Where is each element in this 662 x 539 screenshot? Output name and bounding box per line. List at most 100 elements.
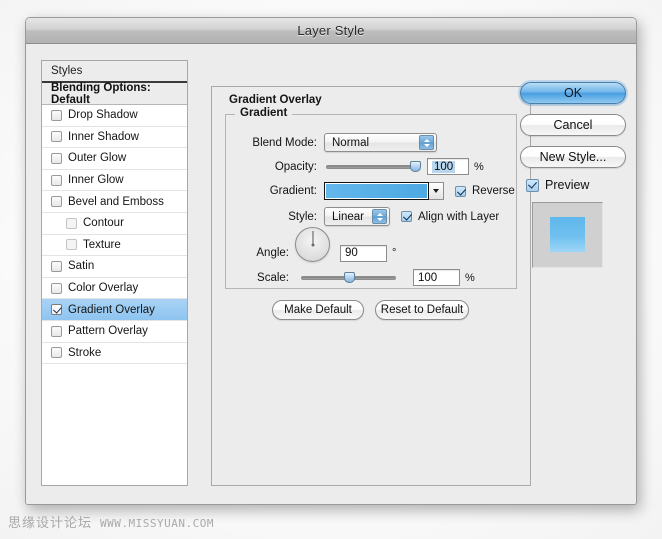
- angle-label: Angle:: [256, 247, 289, 259]
- style-effect-row[interactable]: Inner Glow: [42, 169, 187, 192]
- style-effect-checkbox[interactable]: [51, 131, 62, 143]
- preview-label: Preview: [545, 178, 590, 192]
- scale-unit: %: [465, 271, 475, 284]
- blending-options-label: Blending Options: Default: [51, 81, 151, 106]
- scale-slider[interactable]: [301, 271, 396, 285]
- gradient-swatch[interactable]: [324, 182, 429, 200]
- style-effect-label: Drop Shadow: [68, 109, 138, 122]
- ok-label: OK: [563, 86, 583, 100]
- watermark-site-url: WWW.MISSYUAN.COM: [100, 517, 214, 530]
- align-with-layer-checkbox[interactable]: [401, 211, 412, 222]
- watermark-site-name: 思缘设计论坛: [8, 515, 93, 530]
- gradient-picker[interactable]: [324, 182, 444, 200]
- blend-mode-dropdown[interactable]: Normal: [324, 133, 437, 152]
- style-effect-row[interactable]: Satin: [42, 256, 187, 278]
- style-row: Style: Linear Align with Layer: [241, 207, 499, 226]
- style-effect-label: Stroke: [68, 346, 102, 359]
- opacity-label: Opacity:: [274, 160, 317, 173]
- make-default-button[interactable]: Make Default: [272, 300, 364, 320]
- style-effect-label: Gradient Overlay: [68, 303, 155, 316]
- style-label: Style:: [288, 210, 317, 223]
- angle-unit: °: [392, 247, 397, 259]
- opacity-row: Opacity: 100 %: [241, 158, 484, 175]
- chevron-updown-icon[interactable]: [419, 135, 434, 150]
- style-effect-label: Inner Glow: [68, 174, 124, 187]
- style-effect-label: Texture: [83, 238, 121, 251]
- reset-to-default-button[interactable]: Reset to Default: [375, 300, 469, 320]
- style-effect-row[interactable]: Stroke: [42, 342, 187, 365]
- blending-options-row[interactable]: Blending Options: Default: [42, 81, 187, 106]
- reset-to-default-label: Reset to Default: [380, 304, 464, 316]
- angle-value: 90: [345, 247, 358, 259]
- style-effect-checkbox[interactable]: [51, 282, 62, 294]
- style-effect-label: Satin: [68, 260, 95, 273]
- gradient-overlay-group-title: Gradient Overlay: [224, 94, 327, 106]
- angle-dial[interactable]: [295, 227, 330, 262]
- style-effect-label: Color Overlay: [68, 282, 139, 295]
- opacity-input[interactable]: 100: [427, 158, 469, 175]
- style-effect-label: Contour: [83, 217, 124, 230]
- style-effect-row[interactable]: Inner Shadow: [42, 126, 187, 149]
- style-effect-checkbox[interactable]: [51, 109, 62, 121]
- chevron-updown-icon[interactable]: [372, 209, 387, 224]
- preview-thumbnail-shape: [550, 217, 585, 252]
- scale-input[interactable]: 100: [413, 269, 460, 286]
- watermark: 思缘设计论坛 WWW.MISSYUAN.COM: [8, 512, 214, 531]
- blend-mode-label: Blend Mode:: [252, 136, 317, 149]
- style-effect-row[interactable]: Texture: [42, 234, 187, 257]
- gradient-dropdown-arrow[interactable]: [429, 182, 444, 200]
- style-effect-row[interactable]: Bevel and Emboss: [42, 191, 187, 213]
- angle-input[interactable]: 90: [340, 244, 387, 262]
- opacity-value: 100: [432, 160, 456, 173]
- style-value: Linear: [332, 210, 364, 223]
- opacity-slider-thumb[interactable]: [410, 160, 421, 172]
- angle-dial-hub: [311, 243, 314, 246]
- dialog-title: Layer Style: [297, 23, 365, 38]
- page-root: Layer Style Styles Blending Options: Def…: [0, 0, 662, 539]
- ok-button[interactable]: OK: [520, 82, 626, 104]
- preview-thumbnail: [532, 202, 603, 268]
- scale-label: Scale:: [257, 271, 289, 284]
- style-effect-checkbox[interactable]: [51, 304, 62, 316]
- gradient-subgroup-title: Gradient: [235, 107, 293, 119]
- gradient-row: Gradient: Reverse: [241, 182, 515, 200]
- scale-slider-thumb[interactable]: [343, 271, 355, 283]
- style-effect-checkbox[interactable]: [51, 260, 62, 272]
- blend-mode-row: Blend Mode: Normal: [241, 133, 437, 152]
- style-effect-checkbox[interactable]: [51, 152, 62, 164]
- dialog-titlebar[interactable]: Layer Style: [26, 18, 636, 44]
- style-effect-row[interactable]: Contour: [42, 212, 187, 235]
- style-effect-checkbox[interactable]: [51, 174, 62, 186]
- angle-row: Angle: 90 °: [241, 227, 396, 262]
- cancel-button[interactable]: Cancel: [520, 114, 626, 136]
- styles-header-label: Styles: [51, 65, 83, 77]
- opacity-slider-track: [326, 164, 419, 169]
- preview-toggle-row[interactable]: Preview: [526, 178, 589, 192]
- style-effect-label: Bevel and Emboss: [68, 195, 164, 208]
- new-style-label: New Style...: [539, 150, 607, 164]
- style-effect-row[interactable]: Drop Shadow: [42, 105, 187, 127]
- opacity-slider[interactable]: [326, 160, 421, 174]
- style-dropdown[interactable]: Linear: [324, 207, 390, 226]
- preview-checkbox[interactable]: [526, 178, 539, 192]
- reverse-checkbox[interactable]: [455, 185, 466, 197]
- dialog-body: Styles Blending Options: Default Drop Sh…: [26, 44, 636, 504]
- make-default-label: Make Default: [284, 304, 352, 316]
- cancel-label: Cancel: [553, 118, 593, 132]
- style-effect-row[interactable]: Color Overlay: [42, 277, 187, 300]
- opacity-unit: %: [474, 160, 484, 173]
- style-effect-checkbox[interactable]: [66, 217, 77, 229]
- style-effect-label: Outer Glow: [68, 152, 127, 165]
- style-effect-checkbox[interactable]: [51, 347, 62, 359]
- layer-style-dialog: Layer Style Styles Blending Options: Def…: [25, 17, 637, 505]
- new-style-button[interactable]: New Style...: [520, 146, 626, 168]
- style-effect-row[interactable]: Gradient Overlay: [42, 299, 187, 321]
- style-effect-row[interactable]: Outer Glow: [42, 148, 187, 170]
- style-effect-row[interactable]: Pattern Overlay: [42, 320, 187, 343]
- style-effect-label: Inner Shadow: [68, 130, 139, 143]
- style-effect-checkbox[interactable]: [66, 239, 77, 251]
- styles-list-panel: Styles Blending Options: Default Drop Sh…: [41, 60, 188, 486]
- style-effect-checkbox[interactable]: [51, 196, 62, 208]
- reverse-label: Reverse: [472, 185, 515, 197]
- style-effect-checkbox[interactable]: [51, 325, 62, 337]
